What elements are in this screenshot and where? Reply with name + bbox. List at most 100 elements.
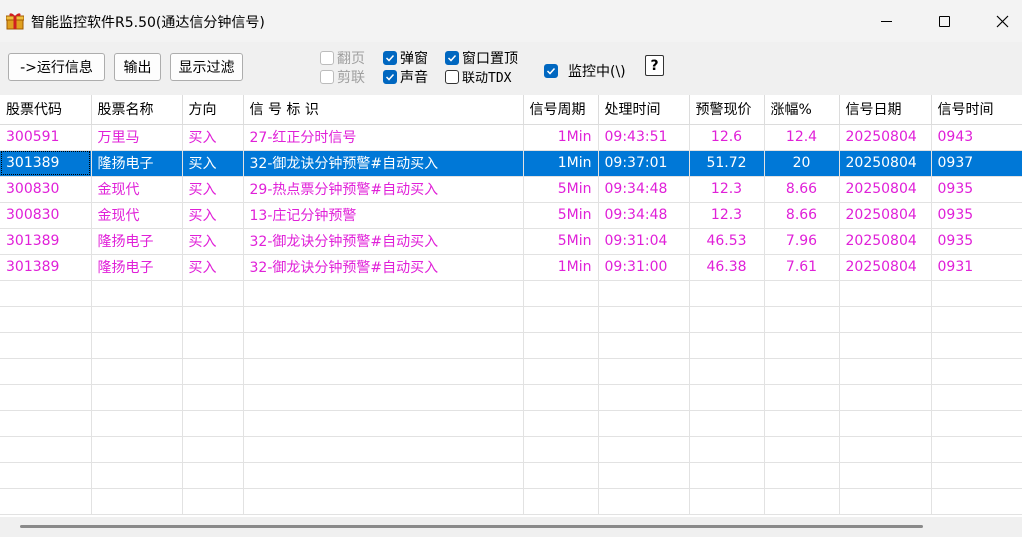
empty-cell [931,462,1022,489]
empty-cell [91,462,183,489]
empty-cell [689,332,765,359]
empty-cell [182,436,244,463]
jianlian-label: 剪联 [337,70,365,86]
cell-name: 金现代 [91,176,183,203]
cell-period: 5Min [523,228,599,255]
checkmark-icon [445,51,459,65]
output-button[interactable]: 输出 [114,53,161,81]
fanye-checkbox[interactable]: 翻页 [320,48,365,68]
empty-cell [931,280,1022,307]
help-button[interactable]: ? [645,55,664,76]
cell-period: 1Min [523,254,599,281]
fanye-label: 翻页 [337,51,365,67]
empty-cell [523,410,599,437]
empty-cell [598,358,690,385]
sound-checkbox[interactable]: 声音 [383,67,428,87]
horizontal-scrollbar[interactable] [0,517,1022,537]
empty-cell [689,280,765,307]
empty-cell [243,462,524,489]
cell-time: 0931 [931,254,1022,281]
col-header-period[interactable]: 信号周期 [523,95,599,125]
cell-change: 8.66 [764,202,840,229]
cell-signal: 32-御龙诀分钟预警#自动买入 [243,228,524,255]
col-header-process-time[interactable]: 处理时间 [598,95,690,125]
table-row[interactable]: 301389 隆扬电子 买入 32-御龙诀分钟预警#自动买入 1Min 09:37:01 5… [0,150,1022,177]
window-title: 智能监控软件R5.50(通达信分钟信号) [31,15,265,31]
empty-row [0,384,1022,411]
empty-cell [598,332,690,359]
table-row[interactable]: 301389 隆扬电子 买入 32-御龙诀分钟预警#自动买入 5Min 09:31:04 4… [0,228,1022,255]
scrollbar-thumb[interactable] [20,525,923,528]
table-row[interactable]: 300830 金现代 买入 29-热点票分钟预警#自动买入 5Min 09:34:48 12… [0,176,1022,203]
checkmark-icon [383,51,397,65]
col-header-name[interactable]: 股票名称 [91,95,183,125]
empty-cell [182,462,244,489]
cell-change: 7.61 [764,254,840,281]
empty-cell [598,384,690,411]
cell-date: 20250804 [839,150,932,177]
empty-cell [91,280,183,307]
col-header-signal[interactable]: 信 号 标 识 [243,95,524,125]
empty-cell [931,384,1022,411]
cell-code: 301389 [0,150,92,177]
empty-cell [182,488,244,515]
cell-change: 12.4 [764,124,840,151]
cell-process-time: 09:34:48 [598,202,690,229]
empty-cell [839,358,932,385]
close-icon [996,15,1008,27]
empty-cell [764,332,840,359]
cell-name: 万里马 [91,124,183,151]
checkbox-icon [445,69,459,84]
empty-cell [931,488,1022,515]
col-header-change[interactable]: 涨幅% [764,95,840,125]
empty-cell [931,410,1022,437]
link-tdx-checkbox[interactable]: 联动TDX [445,67,511,86]
empty-cell [523,280,599,307]
topmost-checkbox[interactable]: 窗口置顶 [445,48,518,68]
toolbar: ->运行信息 输出 显示过滤 翻页 剪联 弹窗 声音 窗口置顶 联动TDX 监控… [0,42,1022,95]
gift-icon [6,13,24,30]
maximize-button[interactable] [920,0,968,42]
empty-cell [689,410,765,437]
maximize-icon [938,15,950,27]
monitoring-checkbox[interactable]: 监控中(\) [544,61,626,81]
cell-date: 20250804 [839,202,932,229]
table-row[interactable]: 300591 万里马 买入 27-红正分时信号 1Min 09:43:51 12.6 12.4… [0,124,1022,151]
cell-process-time: 09:31:00 [598,254,690,281]
empty-row [0,280,1022,307]
minimize-button[interactable] [862,0,910,42]
jianlian-checkbox[interactable]: 剪联 [320,67,365,87]
empty-cell [523,462,599,489]
empty-cell [0,280,92,307]
popup-label: 弹窗 [400,51,428,67]
empty-cell [931,332,1022,359]
col-header-time[interactable]: 信号时间 [931,95,1022,125]
col-header-date[interactable]: 信号日期 [839,95,932,125]
signal-table[interactable]: 股票代码 股票名称 方向 信 号 标 识 信号周期 处理时间 预警现价 涨幅% … [0,95,1022,517]
table-row[interactable]: 301389 隆扬电子 买入 32-御龙诀分钟预警#自动买入 1Min 09:31:00 4… [0,254,1022,281]
empty-cell [91,436,183,463]
empty-cell [523,488,599,515]
empty-cell [598,410,690,437]
empty-cell [931,358,1022,385]
popup-checkbox[interactable]: 弹窗 [383,48,428,68]
empty-cell [91,410,183,437]
cell-direction: 买入 [182,124,244,151]
col-header-code[interactable]: 股票代码 [0,95,92,125]
filter-button[interactable]: 显示过滤 [170,53,243,81]
empty-row [0,436,1022,463]
empty-cell [689,306,765,333]
empty-cell [523,436,599,463]
empty-cell [839,332,932,359]
cell-process-time: 09:34:48 [598,176,690,203]
cell-signal: 32-御龙诀分钟预警#自动买入 [243,254,524,281]
col-header-direction[interactable]: 方向 [182,95,244,125]
col-header-price[interactable]: 预警现价 [689,95,765,125]
empty-cell [689,384,765,411]
table-row[interactable]: 300830 金现代 买入 13-庄记分钟预警 5Min 09:34:48 12.3 8.66… [0,202,1022,229]
run-info-button[interactable]: ->运行信息 [8,53,105,81]
close-button[interactable] [978,0,1022,42]
cell-price: 12.3 [689,202,765,229]
empty-row [0,488,1022,515]
cell-direction: 买入 [182,202,244,229]
